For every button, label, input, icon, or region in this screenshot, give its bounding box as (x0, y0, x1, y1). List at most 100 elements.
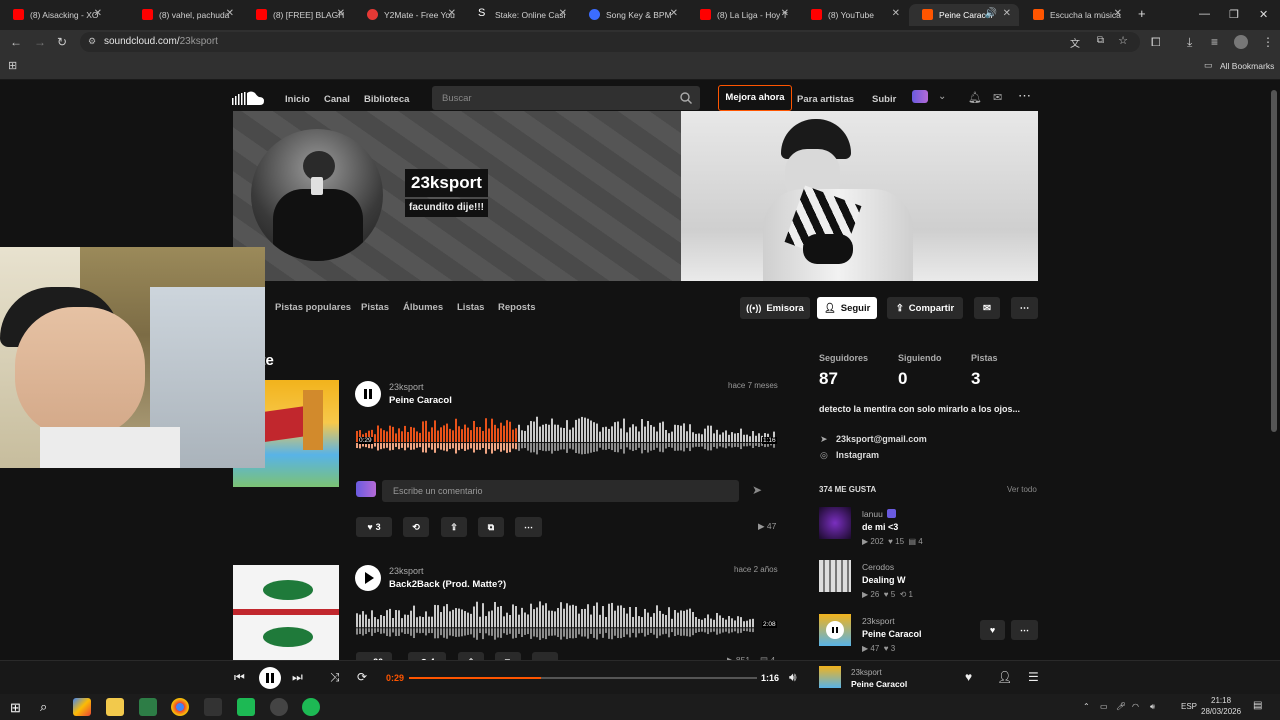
liked-track-title[interactable]: Peine Caracol (862, 629, 922, 639)
tray-icon[interactable]: ▭ (1100, 702, 1108, 711)
url-input[interactable]: ⚙ soundcloud.com/23ksport 文 ⧉ ☆ (80, 32, 1140, 52)
forward-icon[interactable]: → (34, 35, 46, 49)
comment-input[interactable]: Escribe un comentario (382, 480, 739, 502)
track-artwork[interactable] (233, 565, 339, 660)
volume-icon[interactable]: 🔊︎ (789, 670, 797, 685)
download-icon[interactable]: ⤓ (1187, 35, 1192, 50)
followers-label[interactable]: Seguidores (819, 353, 868, 363)
share-button[interactable]: ⇪ Compartir (887, 297, 963, 319)
instagram-link[interactable]: Instagram (836, 450, 879, 460)
kick-icon[interactable] (237, 698, 255, 716)
next-icon[interactable]: ⏭ (292, 670, 303, 685)
like-button[interactable]: ♥ (980, 620, 1005, 640)
chevron-down-icon[interactable]: ⌄ (938, 91, 946, 102)
nav-feed[interactable]: Canal (324, 94, 350, 105)
more-button[interactable]: ⋯ (1011, 620, 1038, 640)
repost-button[interactable]: ⟲ (403, 517, 429, 537)
for-artists-link[interactable]: Para artistas (797, 94, 854, 105)
message-button[interactable]: ✉ (974, 297, 1000, 319)
apps-grid-icon[interactable]: ⊞ (8, 59, 17, 72)
clock-date[interactable]: 28/03/2026 (1201, 707, 1241, 716)
language-indicator[interactable]: ESP (1181, 702, 1197, 711)
soundcloud-logo-icon[interactable] (232, 90, 264, 106)
like-button[interactable]: ♥20 (356, 652, 392, 660)
follow-button[interactable]: 👤︎ Seguir (817, 297, 877, 319)
mail-icon[interactable]: ✉ (993, 91, 1002, 104)
track-user[interactable]: 23ksport (389, 382, 424, 392)
wifi-icon[interactable]: ◠ (1132, 702, 1139, 711)
likes-title[interactable]: 374 ME GUSTA (819, 485, 876, 494)
tab-8-active[interactable]: Peine Caracol 🔊 ✕ (909, 4, 1019, 26)
now-playing-title[interactable]: Peine Caracol (851, 679, 907, 689)
notifications-icon[interactable]: ▤ (1253, 700, 1262, 711)
tab-2[interactable]: (8) [FREE] BLAGH ✕ (243, 4, 353, 26)
tab-tracks[interactable]: Pistas (361, 302, 389, 313)
liked-track-artwork[interactable] (819, 507, 851, 539)
clock-time[interactable]: 21:18 (1211, 696, 1231, 705)
waveform[interactable] (356, 600, 756, 644)
media-icon[interactable]: ≡ (1211, 35, 1218, 49)
tab-reposts[interactable]: Reposts (498, 302, 535, 313)
tray-chevron-icon[interactable]: ⌃ (1083, 702, 1090, 711)
following-label[interactable]: Siguiendo (898, 353, 942, 363)
like-button[interactable]: ♥ 3 (356, 517, 392, 537)
play-button[interactable] (355, 565, 381, 591)
liked-track-artwork[interactable] (819, 614, 851, 646)
window-close-icon[interactable]: ✕ (1259, 8, 1268, 21)
upgrade-button[interactable]: Mejora ahora (718, 85, 792, 111)
close-icon[interactable]: ✕ (1114, 8, 1122, 19)
profile-avatar[interactable] (1234, 35, 1248, 49)
close-icon[interactable]: ✕ (1003, 8, 1011, 19)
heart-icon[interactable]: ♥ (965, 670, 972, 684)
tab-5[interactable]: Song Key & BPM ✕ (576, 4, 686, 26)
volume-icon[interactable]: 🔊︎ (1150, 702, 1155, 712)
tab-1[interactable]: (8) vahel, pachuda ✕ (112, 4, 242, 26)
tab-3[interactable]: Y2Mate - Free You ✕ (354, 4, 464, 26)
new-tab-icon[interactable]: + (1138, 6, 1146, 21)
pause-button[interactable] (355, 381, 381, 407)
file-explorer-icon[interactable] (106, 698, 124, 716)
liked-track-artwork[interactable] (819, 560, 851, 592)
all-bookmarks-label[interactable]: All Bookmarks (1220, 61, 1274, 71)
more-button[interactable]: ⋯ (515, 517, 542, 537)
track-title[interactable]: Peine Caracol (389, 395, 452, 406)
pause-button[interactable] (259, 667, 281, 689)
copy-link-button[interactable]: ⧉ (495, 652, 521, 660)
repeat-icon[interactable]: ⟳ (357, 670, 367, 684)
close-icon[interactable]: ✕ (337, 8, 345, 19)
upload-link[interactable]: Subir (872, 94, 896, 105)
follow-user-icon[interactable]: 👤︎ (997, 670, 1012, 684)
obs-icon[interactable] (270, 698, 288, 716)
following-count[interactable]: 0 (898, 369, 907, 389)
search-icon[interactable]: ⌕ (40, 699, 47, 715)
user-avatar[interactable] (912, 90, 928, 103)
install-icon[interactable]: ⧉ (1097, 35, 1104, 46)
copilot-icon[interactable] (73, 698, 91, 716)
previous-icon[interactable]: ⏮ (234, 670, 245, 685)
liked-track-user[interactable]: lanuu (862, 509, 883, 519)
tab-popular-tracks[interactable]: Pistas populares (275, 302, 351, 313)
extensions-icon[interactable]: ⧠ (1151, 35, 1161, 50)
copy-link-button[interactable]: ⧉ (478, 517, 504, 537)
close-icon[interactable]: ✕ (892, 8, 900, 19)
followers-count[interactable]: 87 (819, 369, 838, 389)
tab-0[interactable]: (8) Aisacking - XO ✕ (0, 4, 110, 26)
track-title[interactable]: Back2Back (Prod. Matte?) (389, 579, 506, 590)
close-icon[interactable]: ✕ (670, 8, 678, 19)
windows-start-icon[interactable]: ⊞ (10, 700, 21, 716)
more-button[interactable]: ⋯ (532, 652, 558, 660)
see-all-link[interactable]: Ver todo (1007, 485, 1037, 494)
close-icon[interactable]: ✕ (781, 8, 789, 19)
bell-icon[interactable]: 🔔︎ (968, 91, 982, 104)
page-scrollbar[interactable] (1271, 90, 1277, 432)
tab-7[interactable]: (8) YouTube ✕ (798, 4, 908, 26)
tab-6[interactable]: (8) La Liga - Hoy T ✕ (687, 4, 797, 26)
maximize-icon[interactable]: ❐ (1229, 8, 1239, 21)
shuffle-icon[interactable]: ⤨ (330, 670, 340, 685)
close-icon[interactable]: ✕ (226, 8, 234, 19)
liked-track-title[interactable]: de mi <3 (862, 522, 898, 532)
tracks-label[interactable]: Pistas (971, 353, 998, 363)
nav-home[interactable]: Inicio (285, 94, 310, 105)
more-actions-button[interactable]: ⋯ (1011, 297, 1038, 319)
search-icon[interactable] (680, 92, 692, 104)
